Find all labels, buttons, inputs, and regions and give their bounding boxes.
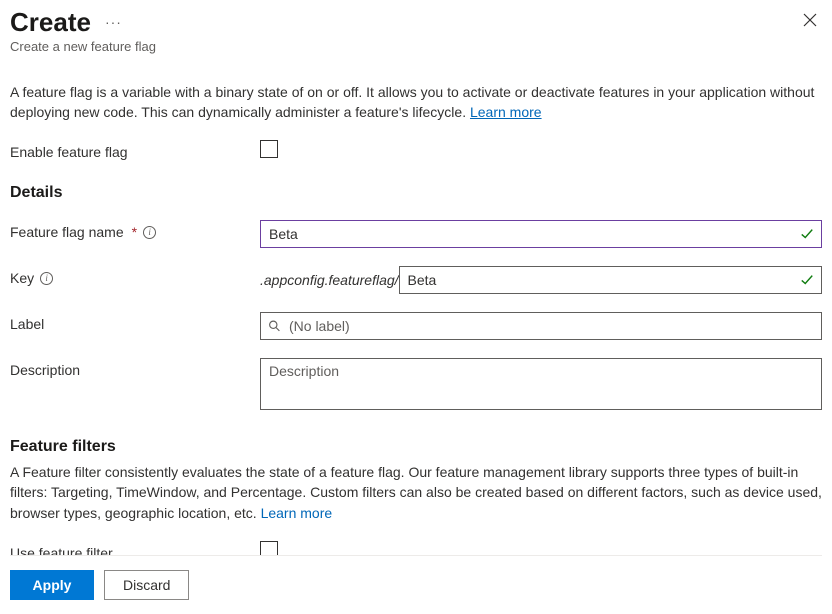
key-prefix: .appconfig.featureflag/ <box>260 272 399 288</box>
key-label: Key <box>10 270 34 286</box>
enable-flag-label: Enable feature flag <box>10 140 260 160</box>
use-filter-label: Use feature filter <box>10 541 260 555</box>
label-field-label: Label <box>10 316 44 332</box>
description-label: Description <box>10 362 80 378</box>
filters-body: A Feature filter consistently evaluates … <box>10 464 822 521</box>
filters-heading: Feature filters <box>10 438 822 456</box>
enable-flag-checkbox[interactable] <box>260 140 278 158</box>
intro-learn-more-link[interactable]: Learn more <box>470 104 542 120</box>
required-asterisk: * <box>132 224 137 240</box>
apply-button[interactable]: Apply <box>10 570 94 600</box>
info-icon[interactable]: i <box>40 272 53 285</box>
key-input[interactable] <box>399 266 822 294</box>
more-options-icon[interactable]: ··· <box>105 14 122 30</box>
filters-learn-more-link[interactable]: Learn more <box>261 505 333 521</box>
description-input[interactable] <box>260 358 822 410</box>
use-filter-checkbox[interactable] <box>260 541 278 555</box>
details-heading: Details <box>10 184 822 202</box>
flag-name-input[interactable] <box>260 220 822 248</box>
intro-body: A feature flag is a variable with a bina… <box>10 84 814 120</box>
flag-name-label: Feature flag name <box>10 224 124 240</box>
intro-text: A feature flag is a variable with a bina… <box>10 82 822 123</box>
label-input[interactable] <box>260 312 822 340</box>
page-title: Create <box>10 8 91 37</box>
page-subtitle: Create a new feature flag <box>10 39 822 54</box>
close-icon[interactable] <box>802 12 818 28</box>
filters-text: A Feature filter consistently evaluates … <box>10 462 822 523</box>
info-icon[interactable]: i <box>143 226 156 239</box>
discard-button[interactable]: Discard <box>104 570 189 600</box>
